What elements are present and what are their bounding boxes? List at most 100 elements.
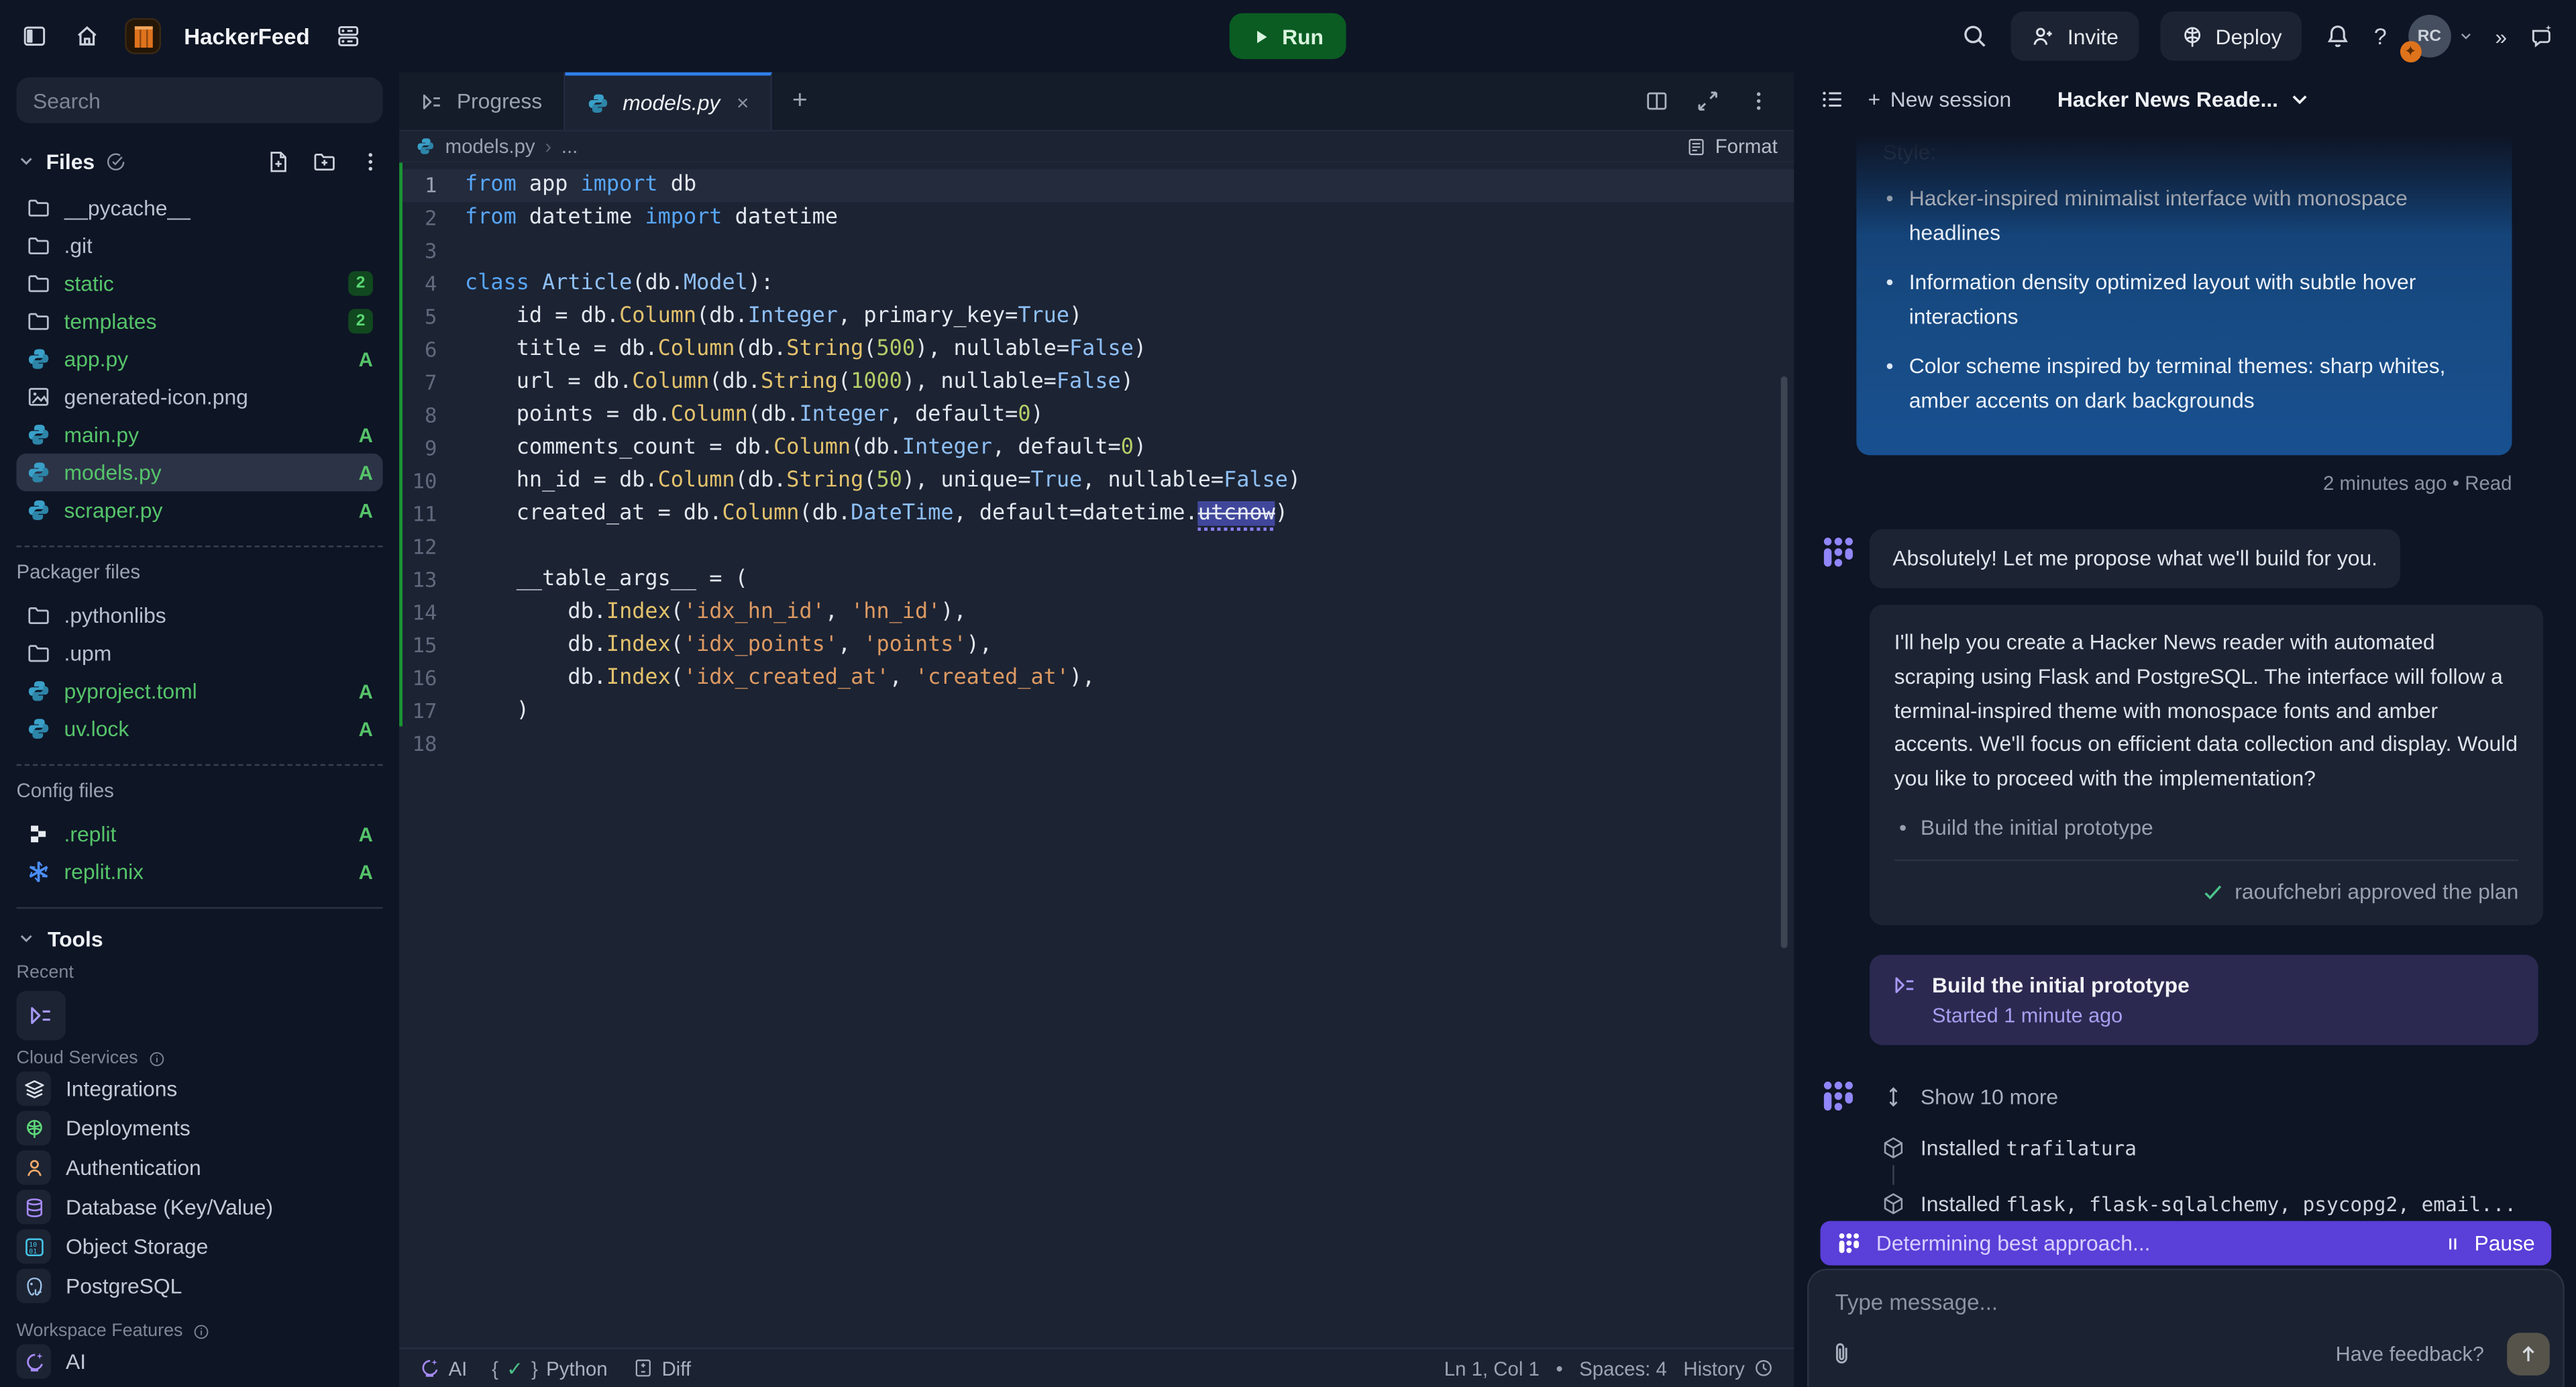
file-name: scraper.py — [64, 498, 163, 523]
files-section-header[interactable]: Files — [16, 146, 382, 176]
new-session-button[interactable]: + New session — [1868, 87, 2011, 112]
session-title-dropdown[interactable]: Hacker News Reade... — [2057, 87, 2313, 112]
tools-section-header[interactable]: Tools — [16, 922, 382, 955]
file-row-generated-icon.png[interactable]: generated-icon.png — [16, 378, 382, 415]
breadcrumb-more[interactable]: ... — [561, 135, 578, 158]
file-row-.git[interactable]: .git — [16, 227, 382, 264]
file-row-app.py[interactable]: app.pyA — [16, 340, 382, 378]
breadcrumb[interactable]: models.py › ... Format — [399, 132, 1794, 163]
chat-messages[interactable]: Style: Hacker-inspired minimalist interf… — [1794, 127, 2576, 1223]
code-line-5[interactable]: 5 id = db.Column(db.Integer, primary_key… — [399, 301, 1794, 333]
tool-item-database-key-value-[interactable]: Database (Key/Value) — [16, 1188, 382, 1226]
code-line-4[interactable]: 4class Article(db.Model): — [399, 268, 1794, 301]
code-line-10[interactable]: 10 hn_id = db.Column(db.String(50), uniq… — [399, 465, 1794, 498]
code-line-2[interactable]: 2from datetime import datetime — [399, 202, 1794, 235]
file-row-.replit[interactable]: .replitA — [16, 815, 382, 853]
tool-item-integrations[interactable]: Integrations — [16, 1070, 382, 1107]
status-language[interactable]: {✓} Python — [492, 1357, 608, 1380]
tool-item-deployments[interactable]: Deployments — [16, 1109, 382, 1147]
file-row-templates[interactable]: templates2 — [16, 303, 382, 340]
tool-item-ai[interactable]: AI — [16, 1343, 382, 1380]
new-file-icon[interactable] — [266, 149, 291, 174]
split-view-icon[interactable] — [1644, 89, 1669, 113]
indent-setting[interactable]: Spaces: 4 — [1579, 1357, 1667, 1380]
account-menu[interactable]: RC ✦ — [2408, 15, 2474, 58]
status-diff[interactable]: Diff — [632, 1357, 691, 1380]
help-icon[interactable]: ? — [2374, 23, 2387, 49]
feedback-link[interactable]: Have feedback? — [2336, 1343, 2484, 1366]
maximize-icon[interactable] — [1695, 89, 1720, 113]
task-progress-card[interactable]: Build the initial prototype Started 1 mi… — [1870, 955, 2538, 1045]
pause-button[interactable]: Pause — [2443, 1231, 2535, 1255]
code-line-3[interactable]: 3 — [399, 235, 1794, 268]
editor-scrollbar[interactable] — [1781, 376, 1788, 948]
file-row-static[interactable]: static2 — [16, 264, 382, 302]
files-menu-kebab-icon[interactable] — [358, 149, 383, 174]
code-line-8[interactable]: 8 points = db.Column(db.Integer, default… — [399, 399, 1794, 432]
agent-avatar-icon — [1820, 1078, 1856, 1115]
recent-tool-progress[interactable] — [16, 991, 65, 1040]
history-button[interactable]: History — [1683, 1357, 1774, 1380]
ai-chat-icon[interactable] — [2527, 21, 2557, 51]
code-line-11[interactable]: 11 created_at = db.Column(db.DateTime, d… — [399, 498, 1794, 531]
code-line-9[interactable]: 9 comments_count = db.Column(db.Integer,… — [399, 432, 1794, 465]
search-input[interactable] — [33, 88, 366, 113]
code-line-12[interactable]: 12 — [399, 531, 1794, 564]
deploy-button[interactable]: Deploy — [2159, 11, 2302, 60]
file-row-pyproject.toml[interactable]: pyproject.tomlA — [16, 672, 382, 710]
app-title[interactable]: HackerFeed — [184, 24, 309, 49]
notifications-bell-icon[interactable] — [2323, 21, 2353, 51]
send-button[interactable] — [2507, 1333, 2550, 1376]
home-icon[interactable] — [72, 21, 102, 51]
sidebar-search[interactable] — [16, 77, 382, 123]
tool-item-authentication[interactable]: Authentication — [16, 1149, 382, 1186]
file-row--pycache-[interactable]: __pycache__ — [16, 189, 382, 227]
status-stack-icon[interactable] — [333, 21, 362, 51]
file-row-.upm[interactable]: .upm — [16, 634, 382, 672]
code-line-16[interactable]: 16 db.Index('idx_created_at', 'created_a… — [399, 662, 1794, 695]
invite-button[interactable]: Invite — [2012, 11, 2139, 60]
code-line-13[interactable]: 13 __table_args__ = ( — [399, 564, 1794, 597]
chat-input-box[interactable]: Have feedback? — [1807, 1269, 2565, 1387]
python-icon — [26, 678, 51, 703]
sidebar-toggle-icon[interactable] — [19, 21, 49, 51]
new-folder-icon[interactable] — [312, 149, 337, 174]
installed-row[interactable]: Installed flask, flask-sqlalchemy, psyco… — [1881, 1185, 2576, 1221]
tool-item-postgresql[interactable]: PostgreSQL — [16, 1267, 382, 1304]
collapse-panel-icon[interactable]: » — [2495, 24, 2505, 49]
new-tab-button[interactable]: + — [772, 72, 828, 130]
file-row-scraper.py[interactable]: scraper.pyA — [16, 491, 382, 529]
code-line-1[interactable]: 1from app import db — [399, 169, 1794, 202]
app-icon[interactable] — [125, 18, 161, 54]
tool-item-object-storage[interactable]: 1001Object Storage — [16, 1227, 382, 1265]
code-line-6[interactable]: 6 title = db.Column(db.String(500), null… — [399, 333, 1794, 366]
installed-row[interactable]: Installed trafilatura — [1881, 1129, 2576, 1166]
file-row-uv.lock[interactable]: uv.lockA — [16, 710, 382, 748]
line-number: 8 — [399, 399, 465, 432]
tab-models-py[interactable]: models.py × — [566, 72, 772, 130]
close-tab-icon[interactable]: × — [737, 91, 749, 115]
code-line-18[interactable]: 18 — [399, 728, 1794, 761]
search-icon[interactable] — [1961, 21, 1990, 51]
tab-progress[interactable]: Progress — [399, 72, 565, 130]
run-button[interactable]: Run — [1230, 13, 1347, 60]
cursor-position[interactable]: Ln 1, Col 1 — [1444, 1357, 1540, 1380]
status-ai[interactable]: AI — [419, 1357, 467, 1380]
file-row-.pythonlibs[interactable]: .pythonlibs — [16, 597, 382, 634]
format-button[interactable]: Format — [1686, 135, 1778, 158]
attachment-paperclip-icon[interactable] — [1829, 1341, 1855, 1367]
session-list-icon[interactable] — [1817, 85, 1847, 114]
file-row-main.py[interactable]: main.pyA — [16, 416, 382, 454]
code-line-17[interactable]: 17 ) — [399, 695, 1794, 728]
code-editor[interactable]: 1from app import db2from datetime import… — [399, 162, 1794, 1347]
code-line-14[interactable]: 14 db.Index('idx_hn_id', 'hn_id'), — [399, 597, 1794, 629]
file-row-models.py[interactable]: models.pyA — [16, 454, 382, 491]
installed-text: Installed flask, flask-sqlalchemy, psyco… — [1921, 1191, 2516, 1216]
editor-menu-kebab-icon[interactable] — [1746, 89, 1771, 113]
message-input[interactable] — [1835, 1290, 2537, 1315]
file-row-replit.nix[interactable]: replit.nixA — [16, 853, 382, 890]
code-line-7[interactable]: 7 url = db.Column(db.String(1000), nulla… — [399, 366, 1794, 399]
agent-working-bar: Determining best approach... Pause — [1820, 1221, 2551, 1266]
show-more-button[interactable]: Show 10 more — [1881, 1078, 2576, 1115]
code-line-15[interactable]: 15 db.Index('idx_points', 'points'), — [399, 629, 1794, 662]
